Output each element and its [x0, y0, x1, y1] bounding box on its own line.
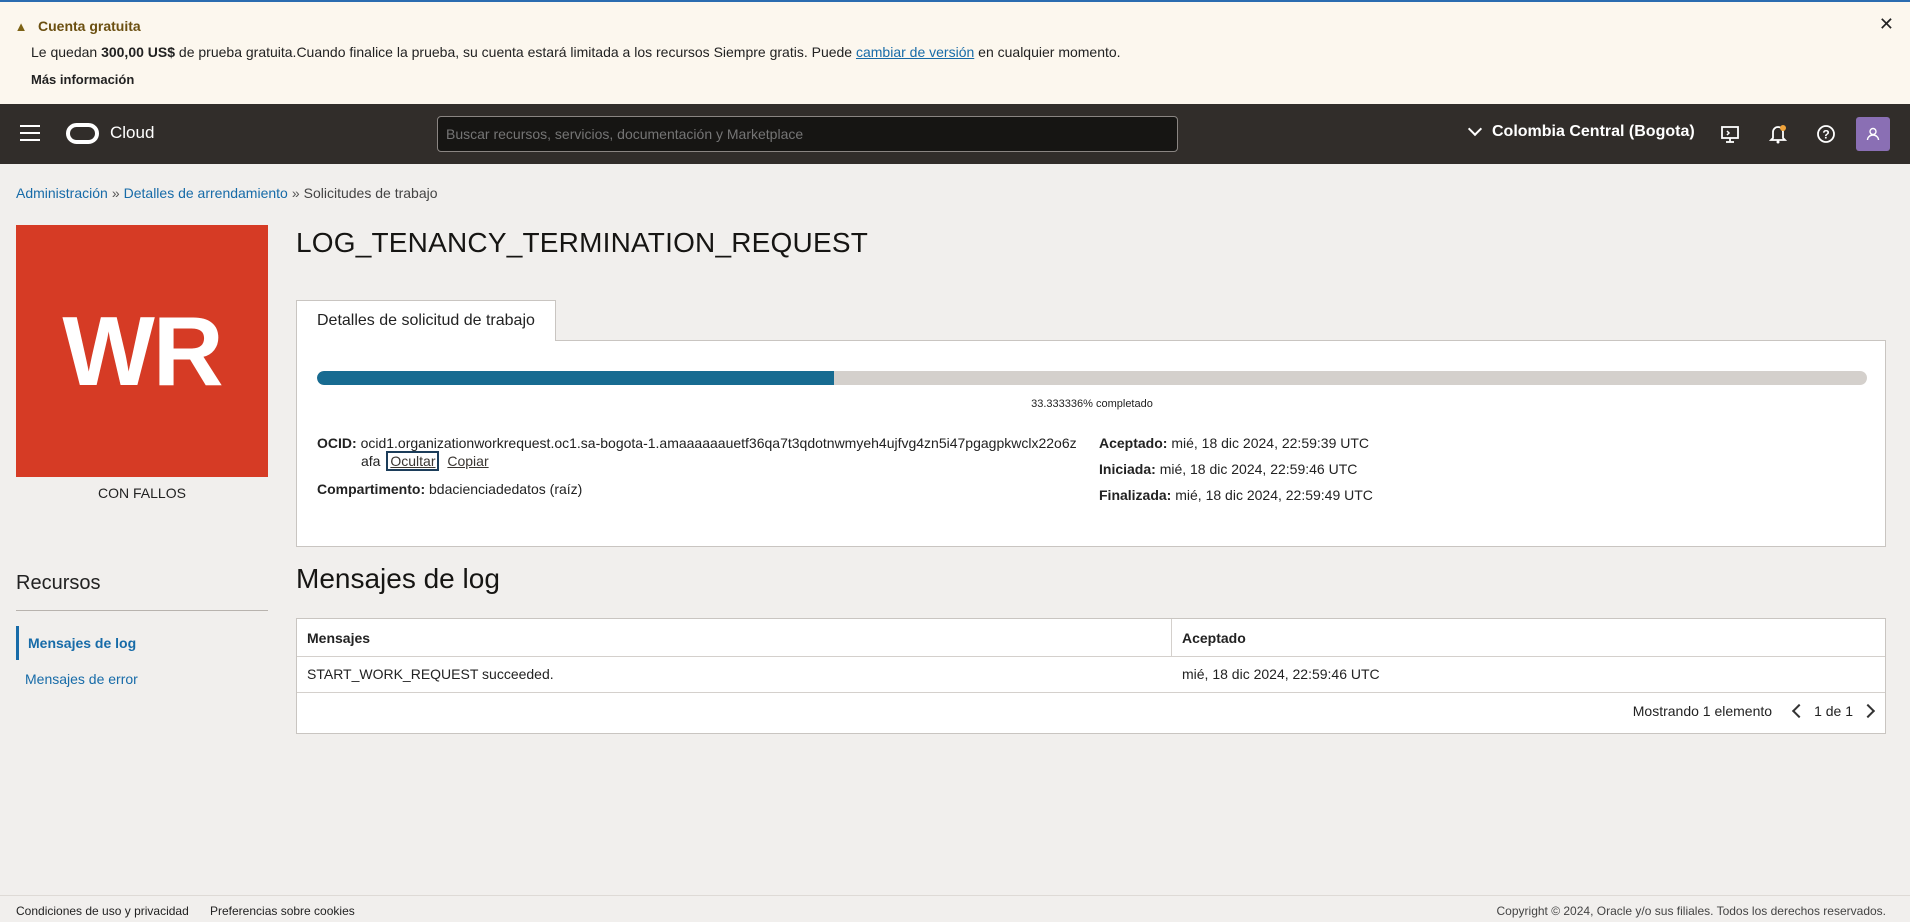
compartment-value: bdacienciadedatos (raíz) — [429, 481, 583, 497]
page-footer: Condiciones de uso y privacidad Preferen… — [0, 895, 1910, 922]
table-cell-message: START_WORK_REQUEST succeeded. — [307, 666, 554, 682]
top-navigation-bar: Cloud Colombia Central (Bogota) ? — [0, 104, 1910, 164]
more-info-link[interactable]: Más información — [31, 72, 1898, 87]
resources-divider — [16, 610, 268, 611]
region-selector[interactable]: Colombia Central (Bogota) — [1467, 121, 1695, 141]
cloud-shell-icon[interactable] — [1719, 123, 1741, 145]
menu-icon[interactable] — [20, 125, 40, 143]
progress-bar-fill — [317, 371, 834, 385]
warning-icon: ▲ — [14, 18, 28, 34]
breadcrumb-separator: » — [111, 185, 120, 201]
cookie-preferences-link[interactable]: Preferencias sobre cookies — [210, 904, 355, 918]
resources-item-log-messages[interactable]: Mensajes de log — [16, 626, 268, 660]
banner-title: Cuenta gratuita — [38, 18, 141, 34]
banner-text-prefix: Le quedan — [31, 44, 102, 60]
column-header-accepted[interactable]: Aceptado — [1172, 619, 1886, 656]
resources-item-error-messages[interactable]: Mensajes de error — [16, 662, 268, 696]
accepted-field: Aceptado: mié, 18 dic 2024, 22:59:39 UTC — [1099, 434, 1369, 452]
upgrade-link[interactable]: cambiar de versión — [856, 44, 974, 60]
accepted-label: Aceptado: — [1099, 435, 1168, 451]
ocid-field: OCID: ocid1.organizationworkrequest.oc1.… — [317, 434, 1077, 452]
breadcrumb-current: Solicitudes de trabajo — [303, 185, 438, 201]
resource-badge: WR — [16, 225, 268, 477]
ocid-value-line2: afa — [361, 453, 381, 469]
hide-ocid-link[interactable]: Ocultar — [386, 451, 440, 471]
pagination: Mostrando 1 elemento 1 de 1 — [1632, 703, 1876, 719]
started-value: mié, 18 dic 2024, 22:59:46 UTC — [1159, 461, 1358, 477]
trial-amount: 300,00 US$ — [101, 44, 176, 60]
banner-text-suffix: en cualquier momento. — [974, 44, 1121, 60]
breadcrumb-separator: » — [291, 185, 300, 201]
chevron-down-icon — [1467, 121, 1483, 137]
page-title: LOG_TENANCY_TERMINATION_REQUEST — [296, 227, 868, 258]
chevron-right-icon[interactable] — [1860, 703, 1876, 719]
compartment-field: Compartimento: bdacienciadedatos (raíz) — [317, 480, 582, 498]
help-icon[interactable]: ? — [1815, 123, 1837, 145]
breadcrumb-administracion[interactable]: Administración — [16, 185, 108, 201]
copy-ocid-link[interactable]: Copiar — [447, 453, 488, 469]
ocid-label: OCID: — [317, 435, 357, 451]
progress-bar — [317, 371, 1867, 385]
resources-heading: Recursos — [16, 572, 101, 594]
compartment-label: Compartimento: — [317, 481, 426, 497]
banner-text-middle: de prueba gratuita.Cuando finalice la pr… — [175, 44, 856, 60]
showing-count: Mostrando 1 elemento — [1632, 703, 1773, 719]
accepted-value: mié, 18 dic 2024, 22:59:39 UTC — [1171, 435, 1370, 451]
close-icon[interactable]: ✕ — [1879, 14, 1894, 35]
log-section-title: Mensajes de log — [296, 563, 500, 594]
tab-work-request-details[interactable]: Detalles de solicitud de trabajo — [296, 300, 556, 341]
started-field: Iniciada: mié, 18 dic 2024, 22:59:46 UTC — [1099, 460, 1357, 478]
search-input[interactable] — [437, 116, 1178, 152]
terms-link[interactable]: Condiciones de uso y privacidad — [16, 904, 189, 918]
page-indicator: 1 de 1 — [1814, 703, 1853, 719]
ocid-continuation: afa Ocultar Copiar — [361, 451, 489, 471]
ocid-value-line1: ocid1.organizationworkrequest.oc1.sa-bog… — [360, 435, 1077, 451]
log-messages-table: Mensajes Aceptado START_WORK_REQUEST suc… — [296, 618, 1886, 734]
finished-value: mié, 18 dic 2024, 22:59:49 UTC — [1175, 487, 1373, 503]
row-divider — [297, 692, 1885, 693]
details-panel: 33.333336% completado OCID: ocid1.organi… — [296, 340, 1886, 547]
banner-header: ▲ Cuenta gratuita — [12, 18, 1898, 34]
breadcrumb: Administración » Detalles de arrendamien… — [16, 185, 438, 201]
copyright-text: Copyright © 2024, Oracle y/o sus filiale… — [1496, 904, 1886, 918]
status-label: CON FALLOS — [98, 485, 186, 501]
svg-text:?: ? — [1822, 128, 1829, 142]
chevron-left-icon[interactable] — [1791, 703, 1807, 719]
finished-label: Finalizada: — [1099, 487, 1172, 503]
table-cell-accepted: mié, 18 dic 2024, 22:59:46 UTC — [1182, 666, 1380, 682]
region-label: Colombia Central (Bogota) — [1492, 123, 1695, 140]
banner-message: Le quedan 300,00 US$ de prueba gratuita.… — [31, 44, 1898, 60]
breadcrumb-tenancy-details[interactable]: Detalles de arrendamiento — [124, 185, 288, 201]
finished-field: Finalizada: mié, 18 dic 2024, 22:59:49 U… — [1099, 486, 1373, 504]
user-avatar[interactable] — [1856, 117, 1890, 151]
brand-label[interactable]: Cloud — [110, 123, 154, 143]
notifications-bell-icon[interactable] — [1767, 123, 1789, 145]
announcement-banner: ▲ Cuenta gratuita Le quedan 300,00 US$ d… — [0, 0, 1910, 104]
progress-label: 33.333336% completado — [1031, 398, 1153, 410]
resource-initials: WR — [62, 295, 223, 406]
column-header-messages[interactable]: Mensajes — [297, 619, 1171, 656]
started-label: Iniciada: — [1099, 461, 1156, 477]
oracle-logo-icon[interactable] — [66, 123, 99, 144]
